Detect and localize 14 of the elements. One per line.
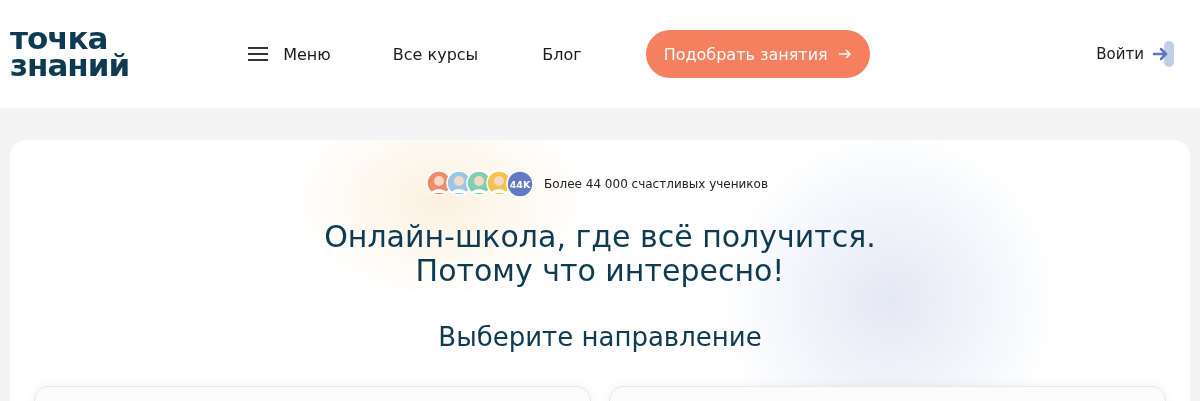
count-badge: 44K (505, 170, 534, 198)
logo-text: знаний (10, 52, 130, 79)
menu-button[interactable]: Меню (247, 44, 331, 64)
login-button[interactable]: Войти (1096, 41, 1174, 67)
hero-title: Онлайн-школа, где всё получится. (323, 220, 877, 254)
hero-title: Потому что интересно! (414, 254, 786, 288)
menu-icon (247, 46, 270, 62)
logo-text: точка (10, 25, 108, 52)
nav-link[interactable]: Все курсы (392, 44, 479, 64)
arrow-icon (837, 48, 852, 60)
section-heading: Выберите направление (437, 322, 763, 352)
login-icon (1152, 41, 1174, 67)
nav-link[interactable]: Блог (542, 44, 582, 64)
students-count-text: Более 44 000 счастливых учеников (543, 177, 769, 191)
